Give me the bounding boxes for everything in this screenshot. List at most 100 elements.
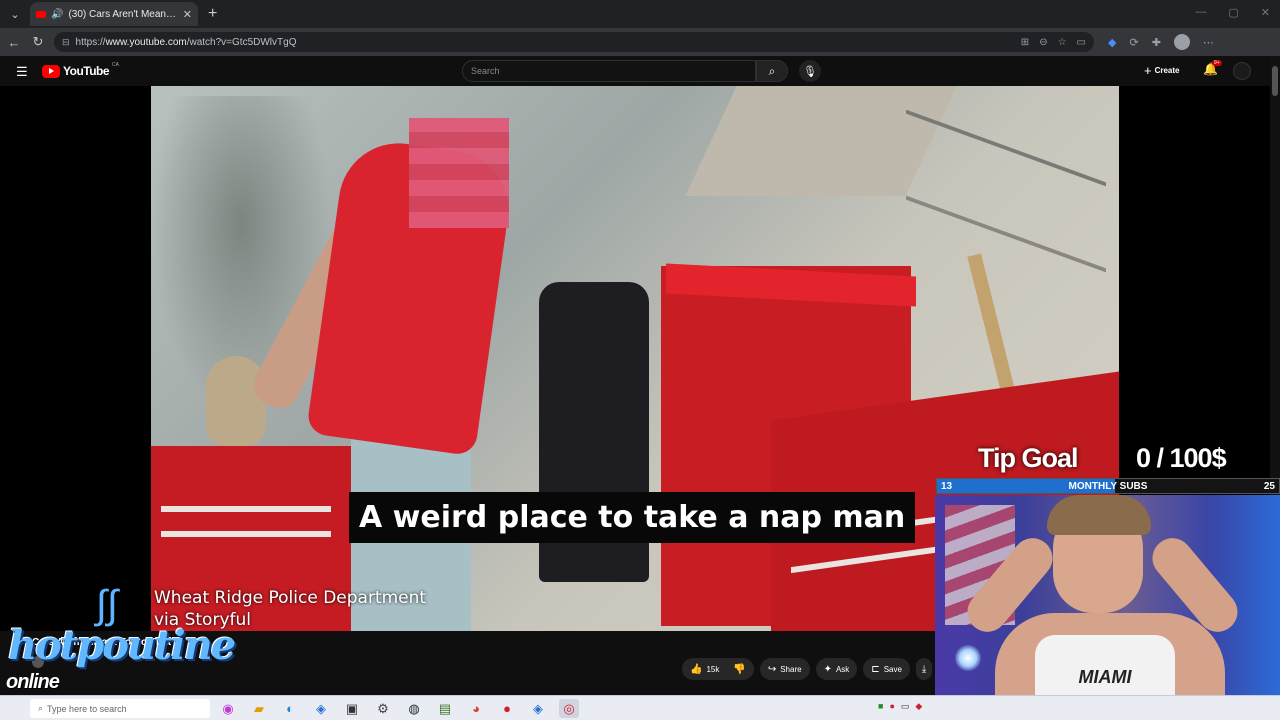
youtube-wordmark: YouTube [63,64,110,78]
youtube-logo[interactable]: YouTube CA [42,62,119,78]
back-arrow-icon[interactable]: ← [2,35,26,50]
create-button[interactable]: + Create [1144,63,1180,78]
browser-tab-active[interactable]: 🔊 (30) Cars Aren't Meant To Do That ✕ [30,2,198,26]
subs-label: MONTHLY SUBS [1068,481,1148,492]
tip-goal-amount: 0 / 100$ [1136,443,1227,473]
app-icon[interactable]: ◉ [218,699,238,718]
profile-avatar[interactable] [1173,34,1190,50]
steam-icon[interactable]: ◍ [404,699,424,718]
like-count: 15k [706,664,720,674]
file-explorer-icon[interactable]: ▰ [249,699,269,718]
taskbar-search-placeholder: Type here to search [47,703,127,714]
taskbar-apps: ◉ ▰ ◐ ◈ ▣ ⚙ ◍ ▤ ◕ ● ◈ ◎ [218,699,579,718]
share-icon: ↪ [767,663,777,675]
like-button[interactable]: 👍 15k 👎 [682,658,754,680]
channel-logo-overlay: ∫∫ hotpoutine online [6,583,236,705]
download-button[interactable]: ⤓ [915,658,933,680]
app-icon[interactable]: ▣ [342,699,362,718]
monthly-subs-bar: 13 MONTHLY SUBS 25 [936,478,1280,494]
app-install-icon[interactable]: ⊞ [1021,37,1029,48]
reload-icon[interactable]: ↻ [26,34,50,50]
scrollbar-thumb[interactable] [1272,66,1278,96]
window-controls: — ▢ ✕ [1195,6,1270,19]
edge-browser-icon[interactable]: ◐ [280,699,300,718]
tray-icon[interactable]: ■ [878,701,883,712]
video-caption: A weird place to take a nap man [349,492,916,543]
thumbs-down-icon[interactable]: 👎 [733,664,745,675]
app-icon[interactable]: ◈ [528,699,548,718]
settings-gear-icon[interactable]: ⚙ [373,699,393,718]
obs-icon[interactable]: ◎ [559,699,579,718]
taskbar-search-input[interactable]: ⌕ Type here to search [30,699,210,718]
maximize-icon[interactable]: ▢ [1228,6,1238,19]
tab-title: (30) Cars Aren't Meant To Do That [68,8,177,20]
system-tray: ■ ● ▭ ◆ [878,701,922,712]
plus-icon: + [1144,63,1152,78]
save-label: Save [883,664,902,674]
youtube-favicon-icon [36,10,46,18]
microphone-icon: 🎙 [803,65,817,78]
tab-close-icon[interactable]: ✕ [183,8,192,21]
tray-icon[interactable]: ● [889,701,894,712]
reader-icon[interactable]: ▭ [1077,37,1086,48]
new-tab-icon[interactable]: + [208,5,217,23]
webcam-overlay: MIAMI [935,495,1280,720]
youtube-header: ☰ YouTube CA Search ⌕ 🎙 + Create 🔔 9+ [0,56,1280,86]
video-scene-skull [206,356,266,446]
tab-search-chevron-icon[interactable]: ⌄ [4,3,26,25]
search-button[interactable]: ⌕ [756,60,788,82]
thumbs-up-icon: 👍 [690,663,703,675]
refresh-extension-icon[interactable]: ⟳ [1129,36,1138,49]
minimize-icon[interactable]: — [1195,6,1206,19]
share-label: Share [780,664,802,674]
notifications-badge: 9+ [1212,60,1222,66]
streamer-hair [1047,495,1151,535]
zoom-icon[interactable]: ⊖ [1039,37,1047,48]
shirt-text: MIAMI [1078,667,1132,687]
voice-search-button[interactable]: 🎙 [799,60,821,82]
browser-toolbar: ← ↻ ⊟ https://www.youtube.com/watch?v=Gt… [0,28,1280,56]
hamburger-menu-icon[interactable]: ☰ [16,64,28,80]
address-bar[interactable]: ⊟ https://www.youtube.com/watch?v=Gtc5DW… [54,32,1094,52]
account-avatar[interactable] [1233,62,1251,80]
save-button[interactable]: ⊏ Save [863,658,910,680]
app-icon[interactable]: ● [497,699,517,718]
puzzle-extensions-icon[interactable]: ✚ [1152,36,1161,49]
tab-audio-icon[interactable]: 🔊 [51,9,63,20]
sparkle-icon: ✦ [823,663,832,675]
taskbar-search-icon: ⌕ [38,703,44,713]
video-scene-drawer [161,531,331,537]
search-icon: ⌕ [768,63,776,78]
steam-flame-icon: ∫∫ [96,583,118,627]
ask-button[interactable]: ✦ Ask [815,658,858,680]
extensions-area: ◆ ⟳ ✚ ⋯ [1108,34,1214,50]
video-scene-garage-rail [906,109,1106,273]
search-input[interactable]: Search [462,60,756,82]
video-actions: 👍 15k 👎 ↪ Share ✦ Ask ⊏ Save ⤓ [682,658,933,680]
ask-label: Ask [835,664,850,674]
tray-icon[interactable]: ◆ [915,701,922,712]
youtube-play-icon [42,64,60,78]
browser-tab-bar: ⌄ 🔊 (30) Cars Aren't Meant To Do That ✕ … [0,0,1280,28]
region-code: CA [112,62,119,68]
video-scene-drawer [161,506,331,512]
logo-wordmark: hotpoutine [8,622,236,669]
chrome-icon[interactable]: ◕ [466,699,486,718]
subs-target: 25 [1263,481,1275,492]
bookmark-icon: ⊏ [871,663,880,675]
logo-subtext: online [6,671,60,693]
tray-icon[interactable]: ▭ [901,701,910,712]
app-icon[interactable]: ▤ [435,699,455,718]
bookmark-star-icon[interactable]: ☆ [1058,37,1067,48]
site-info-icon[interactable]: ⊟ [62,37,70,48]
download-icon: ⤓ [921,663,927,675]
url-text: https://www.youtube.com/watch?v=Gtc5DWlv… [75,36,297,48]
create-label: Create [1154,66,1180,75]
extension-icon[interactable]: ◆ [1108,36,1116,49]
app-icon[interactable]: ◈ [311,699,331,718]
video-scene-blurred-face [409,118,509,228]
share-button[interactable]: ↪ Share [759,658,810,680]
close-window-icon[interactable]: ✕ [1261,6,1270,19]
browser-menu-icon[interactable]: ⋯ [1203,36,1214,49]
omnibox-actions: ⊞ ⊖ ☆ ▭ [1021,37,1094,48]
